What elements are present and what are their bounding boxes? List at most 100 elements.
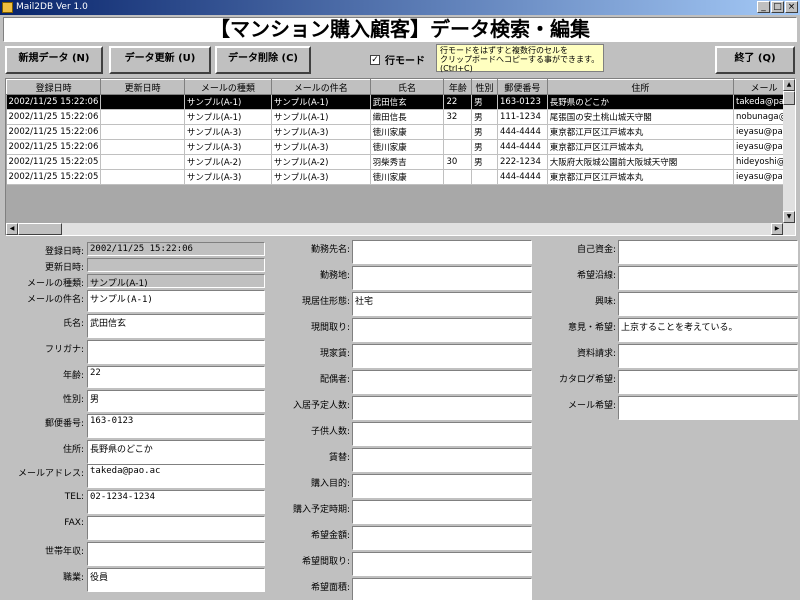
table-cell[interactable]: 111-1234 [497, 109, 548, 125]
field-input[interactable] [352, 500, 532, 524]
field-input[interactable]: takeda@pao.ac [87, 464, 265, 488]
table-cell[interactable]: 444-4444 [497, 124, 548, 140]
table-cell[interactable] [471, 169, 498, 185]
column-header[interactable]: 氏名 [369, 79, 445, 95]
column-header[interactable]: 性別 [471, 79, 498, 95]
grid-horizontal-scrollbar[interactable]: ◀ ▶ [6, 223, 795, 235]
field-input[interactable] [352, 422, 532, 446]
field-input[interactable] [352, 318, 532, 342]
scroll-up-icon[interactable]: ▲ [783, 79, 795, 91]
table-cell[interactable]: 男 [471, 109, 498, 125]
table-cell[interactable]: サンプル(A-3) [271, 169, 371, 185]
table-row[interactable]: 2002/11/25 15:22:06 サンプル(A-1) サンプル(A-1) 織田信… [6, 109, 795, 125]
field-input[interactable] [618, 266, 798, 290]
column-header[interactable]: 更新日時 [100, 79, 185, 95]
table-cell[interactable]: 織田信長 [370, 109, 445, 125]
column-header[interactable]: メールの件名 [270, 79, 371, 95]
maximize-button[interactable]: □ [771, 1, 784, 13]
field-input[interactable] [618, 344, 798, 368]
grid-vertical-scrollbar[interactable]: ▲ ▼ [783, 79, 795, 223]
field-input[interactable]: 男 [87, 390, 265, 412]
field-input[interactable]: 163-0123 [87, 414, 265, 438]
table-cell[interactable] [100, 139, 185, 155]
table-cell[interactable]: 2002/11/25 15:22:06 [6, 124, 102, 140]
scroll-thumb[interactable] [18, 223, 62, 235]
table-cell[interactable]: サンプル(A-3) [184, 139, 272, 155]
table-cell[interactable]: 徳川家康 [370, 124, 445, 140]
field-input[interactable]: サンプル(A-1) [87, 290, 265, 312]
table-cell[interactable] [100, 169, 185, 185]
table-cell[interactable]: 長野県のどこか [547, 94, 735, 110]
table-cell[interactable]: 徳川家康 [370, 139, 445, 155]
table-cell[interactable]: 東京都江戸区江戸城本丸 [547, 124, 735, 140]
field-input[interactable]: 武田信玄 [87, 314, 265, 338]
table-cell[interactable]: 男 [471, 94, 498, 110]
field-input[interactable]: 役員 [87, 568, 265, 592]
table-cell[interactable]: サンプル(A-1) [271, 94, 371, 110]
scroll-thumb[interactable] [783, 91, 795, 105]
close-button[interactable]: × [785, 1, 798, 13]
field-input[interactable]: 上京することを考えている。 [618, 318, 798, 342]
table-cell[interactable]: 163-0123 [497, 94, 548, 110]
table-cell[interactable]: サンプル(A-1) [271, 109, 371, 125]
scroll-down-icon[interactable]: ▼ [783, 211, 795, 223]
table-cell[interactable]: 222-1234 [497, 154, 548, 170]
exit-button[interactable]: 終了 (Q) [715, 46, 795, 74]
table-cell[interactable]: 444-4444 [497, 169, 548, 185]
table-row[interactable]: 2002/11/25 15:22:05 サンプル(A-3) サンプル(A-3) 徳川家… [6, 169, 795, 185]
table-cell[interactable]: 2002/11/25 15:22:05 [6, 169, 102, 185]
table-cell[interactable]: 444-4444 [497, 139, 548, 155]
row-mode-toggle[interactable]: ✓ 行モード [370, 52, 425, 67]
column-header[interactable]: 郵便番号 [496, 79, 548, 95]
data-grid[interactable]: 登録日時 更新日時 メールの種類 メールの件名 氏名 年齢 性別 郵便番号 住所 メール 2002… [5, 78, 796, 236]
table-row[interactable]: 2002/11/25 15:22:06 サンプル(A-3) サンプル(A-3) 徳川家… [6, 124, 795, 140]
field-input[interactable] [352, 578, 532, 600]
table-cell[interactable]: サンプル(A-2) [271, 154, 371, 170]
field-input[interactable]: 2002/11/25 15:22:06 [87, 242, 265, 256]
table-cell[interactable] [100, 94, 185, 110]
table-cell[interactable]: 尾張国の安土桃山城天守閣 [547, 109, 735, 125]
update-data-button[interactable]: データ更新 (U) [109, 46, 211, 74]
table-cell[interactable]: 東京都江戸区江戸城本丸 [547, 169, 735, 185]
column-header[interactable]: メールの種類 [183, 79, 272, 95]
field-input[interactable]: 02-1234-1234 [87, 490, 265, 514]
table-cell[interactable]: 2002/11/25 15:22:06 [6, 109, 102, 125]
table-cell[interactable]: 羽柴秀吉 [370, 154, 445, 170]
field-input[interactable] [618, 240, 798, 264]
field-input[interactable] [618, 292, 798, 316]
field-input[interactable] [87, 258, 265, 272]
field-input[interactable] [352, 266, 532, 290]
table-cell[interactable]: サンプル(A-3) [184, 124, 272, 140]
field-input[interactable] [352, 552, 532, 576]
table-cell[interactable]: サンプル(A-3) [184, 169, 272, 185]
field-input[interactable] [618, 396, 798, 420]
table-cell[interactable] [100, 124, 185, 140]
field-input[interactable] [352, 526, 532, 550]
field-input[interactable] [352, 448, 532, 472]
table-row[interactable]: 2002/11/25 15:22:05 サンプル(A-2) サンプル(A-2) 羽柴秀… [6, 154, 795, 170]
table-row[interactable]: 2002/11/25 15:22:06 サンプル(A-3) サンプル(A-3) 徳川家… [6, 139, 795, 155]
row-mode-checkbox[interactable]: ✓ [370, 54, 380, 65]
table-cell[interactable]: サンプル(A-1) [184, 109, 272, 125]
table-cell[interactable]: 2002/11/25 15:22:06 [6, 139, 102, 155]
field-input[interactable] [87, 340, 265, 364]
table-cell[interactable] [443, 124, 473, 140]
table-cell[interactable] [100, 154, 185, 170]
table-cell[interactable]: サンプル(A-2) [184, 154, 272, 170]
field-input[interactable] [87, 516, 265, 540]
field-input[interactable] [352, 474, 532, 498]
field-input[interactable] [352, 370, 532, 394]
field-input[interactable] [618, 370, 798, 394]
field-input[interactable]: 長野県のどこか [87, 440, 265, 464]
field-input[interactable]: サンプル(A-1) [87, 274, 265, 288]
column-header[interactable]: 住所 [546, 79, 735, 95]
table-cell[interactable]: 東京都江戸区江戸城本丸 [547, 139, 735, 155]
table-cell[interactable]: 男 [471, 139, 498, 155]
field-input[interactable]: 22 [87, 366, 265, 388]
table-cell[interactable]: 大阪府大阪城公園前大阪城天守閣 [547, 154, 735, 170]
table-cell[interactable]: サンプル(A-1) [184, 94, 272, 110]
column-header[interactable]: 年齢 [443, 79, 473, 95]
field-input[interactable]: 社宅 [352, 292, 532, 316]
field-input[interactable] [352, 396, 532, 420]
table-cell[interactable]: 2002/11/25 15:22:06 [6, 94, 102, 110]
